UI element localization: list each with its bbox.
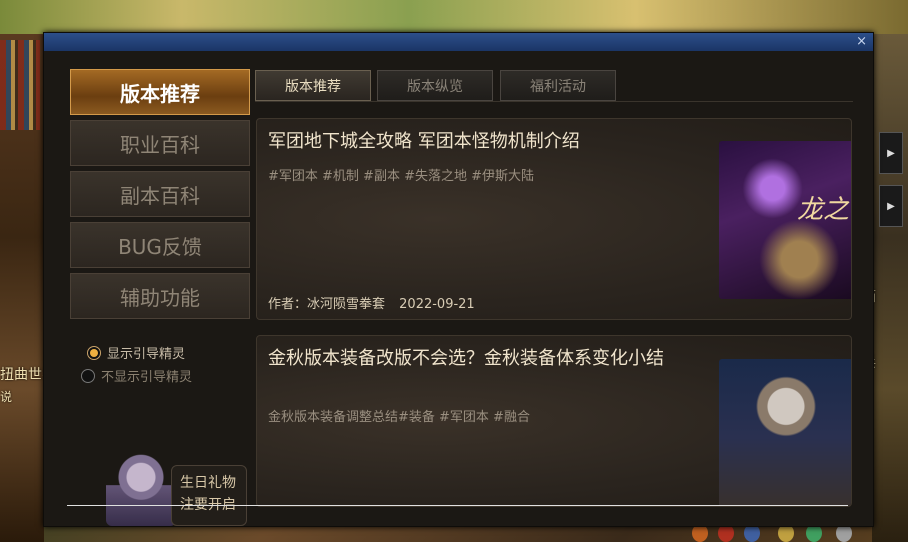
guide-window: × 版本推荐 职业百科 副本百科 BUG反馈 辅助功能 显示引导精灵 不显示引导… — [43, 32, 874, 527]
tab-version-recommend[interactable]: 版本推荐 — [255, 70, 371, 101]
expand-arrow-2[interactable]: ▶ — [879, 185, 903, 227]
bookshelf — [0, 40, 40, 130]
article-thumbnail[interactable] — [719, 359, 851, 506]
radio-checked-icon[interactable] — [87, 345, 101, 360]
article-thumbnail[interactable]: 龙之 — [719, 141, 851, 299]
tab-welfare-events[interactable]: 福利活动 — [500, 70, 616, 101]
sidebar-item-class-wiki[interactable]: 职业百科 — [70, 120, 250, 166]
hide-guide-label: 不显示引导精灵 — [101, 370, 193, 385]
window-titlebar[interactable]: × — [44, 33, 873, 51]
window-bottom-border — [67, 505, 848, 506]
article-title[interactable]: 金秋版本装备改版不会选？金秋装备体系变化小结 — [268, 346, 668, 371]
sidebar-item-version-recommend[interactable]: 版本推荐 — [70, 69, 250, 115]
show-guide-label: 显示引导精灵 — [107, 347, 186, 362]
article-card[interactable]: 军团地下城全攻略 军团本怪物机制介绍 #军团本 #机制 #副本 #失落之地 #伊… — [256, 118, 852, 320]
expand-arrow-1[interactable]: ▶ — [879, 132, 903, 174]
birthday-gift-button[interactable]: 生日礼物 注要开启 — [171, 465, 247, 526]
radio-unchecked-icon[interactable] — [81, 368, 95, 383]
sidebar-item-dungeon-wiki[interactable]: 副本百科 — [70, 171, 250, 217]
sidebar-item-bug-report[interactable]: BUG反馈 — [70, 222, 250, 268]
article-tags: 金秋版本装备调整总结#装备 #军团本 #融合 — [268, 410, 530, 425]
article-meta: 作者：冰河陨雪拳套 2022-09-21 — [268, 293, 475, 312]
article-tags: #军团本 #机制 #副本 #失落之地 #伊斯大陆 — [268, 169, 534, 184]
show-guide-option[interactable]: 显示引导精灵 — [87, 343, 185, 362]
hide-guide-option[interactable]: 不显示引导精灵 — [81, 366, 192, 385]
bg-label-2: 说 — [0, 390, 13, 404]
article-author: 作者：冰河陨雪拳套 — [268, 297, 386, 312]
right-scenery — [872, 34, 908, 542]
tab-version-overview[interactable]: 版本纵览 — [377, 70, 493, 101]
guide-sprite-avatar — [106, 451, 176, 526]
article-date: 2022-09-21 — [399, 297, 475, 312]
close-icon[interactable]: × — [856, 34, 867, 49]
article-card[interactable]: 金秋版本装备改版不会选？金秋装备体系变化小结 金秋版本装备调整总结#装备 #军团… — [256, 335, 852, 507]
thumbnail-logo-text: 龙之 — [796, 195, 849, 225]
forest-canopy — [0, 0, 908, 34]
sidebar-item-assist[interactable]: 辅助功能 — [70, 273, 250, 319]
tab-divider — [255, 101, 853, 102]
article-title[interactable]: 军团地下城全攻略 军团本怪物机制介绍 — [268, 129, 580, 154]
